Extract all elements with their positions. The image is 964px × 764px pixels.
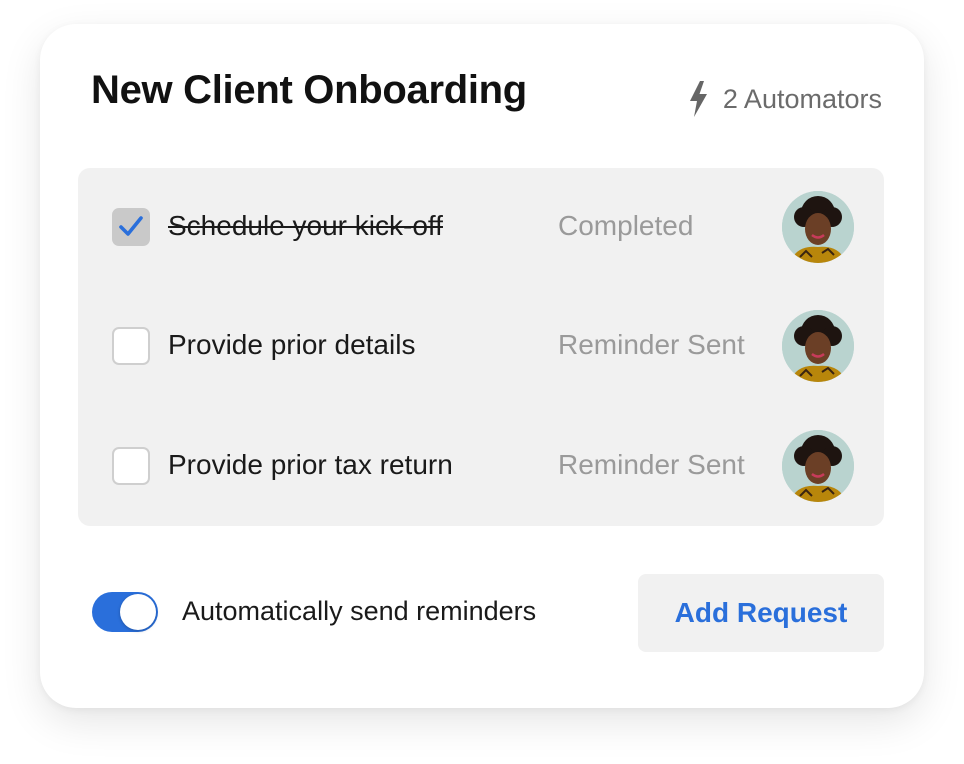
automators-count-label: 2 Automators [722,83,882,114]
task-checkbox[interactable] [112,327,150,365]
task-row: Provide prior tax return Reminder Sent [78,427,884,507]
task-label: Provide prior tax return [168,449,453,480]
lightning-bolt-icon [687,80,709,118]
toggle-knob [120,594,156,630]
assignee-avatar [782,191,854,263]
task-status: Reminder Sent [558,329,745,360]
task-checkbox[interactable] [112,447,150,485]
task-status: Reminder Sent [558,449,745,480]
task-label: Provide prior details [168,329,416,360]
auto-reminders-label: Automatically send reminders [182,596,537,626]
assignee-avatar [782,310,854,382]
onboarding-card: New Client Onboarding 2 Automators Sched… [40,24,924,708]
task-status: Completed [558,210,694,241]
add-request-button[interactable]: Add Request [638,574,884,652]
auto-reminders-toggle[interactable] [92,592,158,632]
task-row: Provide prior details Reminder Sent [78,307,884,387]
task-row: Schedule your kick-off Completed [78,188,884,268]
task-label: Schedule your kick-off [168,210,443,241]
task-checkbox-checked[interactable] [112,208,150,246]
automators-indicator[interactable]: 2 Automators [687,80,882,118]
assignee-avatar [782,430,854,502]
checkmark-icon [119,216,143,236]
task-list: Schedule your kick-off Completed Provide… [78,168,884,526]
card-title: New Client Onboarding [91,68,527,112]
